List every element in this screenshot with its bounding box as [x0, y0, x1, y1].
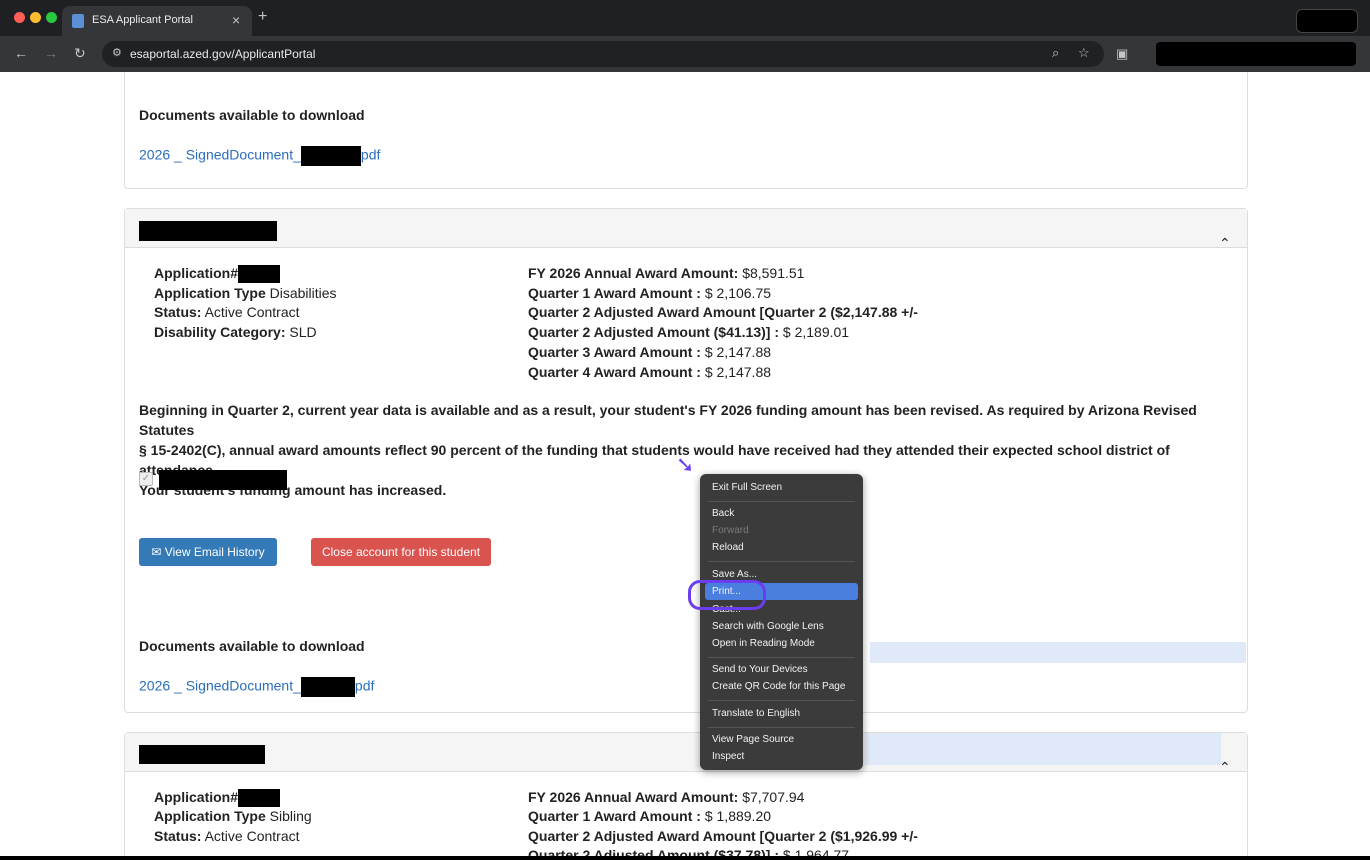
q1-award: Quarter 1 Award Amount : $ 2,106.75 [528, 285, 772, 301]
close-window-icon[interactable] [14, 12, 25, 23]
q2-adjusted-line1: Quarter 2 Adjusted Award Amount [Quarter… [528, 304, 918, 320]
menu-item-save-as[interactable]: Save As... [712, 569, 757, 580]
forward-arrow-icon[interactable]: → [44, 45, 58, 61]
reload-icon[interactable]: ↻ [74, 45, 86, 62]
menu-separator [708, 727, 855, 728]
favicon-icon [72, 14, 84, 28]
menu-item-inspect[interactable]: Inspect [712, 751, 744, 762]
application-type: Application Type Sibling [154, 808, 312, 824]
menu-item-reload[interactable]: Reload [712, 542, 744, 553]
maximize-window-icon[interactable] [46, 12, 57, 23]
menu-item-reading-mode[interactable]: Open in Reading Mode [712, 638, 815, 649]
menu-item-forward[interactable]: Forward [712, 525, 749, 536]
reading-mode-icon[interactable]: ▣ [1116, 46, 1128, 62]
student-card-header[interactable]: ⌃ [125, 733, 1247, 775]
student-card-header[interactable]: ⌃ [125, 209, 1247, 251]
minimize-window-icon[interactable] [30, 12, 41, 23]
text-selection-highlight [870, 642, 1246, 663]
application-number: Application# [154, 789, 281, 808]
annual-award: FY 2026 Annual Award Amount: $7,707.94 [528, 789, 805, 805]
browser-tab[interactable]: ESA Applicant Portal × [62, 6, 252, 36]
tab-close-icon[interactable]: × [232, 12, 240, 28]
q4-award: Quarter 4 Award Amount : $ 2,147.88 [528, 364, 772, 380]
q2-adjusted-line2: Quarter 2 Adjusted Amount ($41.13)] : $ … [528, 324, 850, 340]
application-number: Application# [154, 265, 281, 284]
site-info-icon[interactable]: ⚙ [112, 46, 122, 59]
funding-notice: Beginning in Quarter 2, current year dat… [139, 402, 1197, 498]
redacted-student-name [139, 221, 277, 241]
view-email-history-button[interactable]: ✉ View Email History [139, 538, 277, 566]
q1-award: Quarter 1 Award Amount : $ 1,889.20 [528, 808, 772, 824]
status: Status: Active Contract [154, 828, 300, 844]
q2-adjusted-line1: Quarter 2 Adjusted Award Amount [Quarter… [528, 828, 918, 844]
redacted-student-name [139, 745, 265, 764]
menu-item-exit-full-screen[interactable]: Exit Full Screen [712, 482, 782, 493]
menu-item-send-devices[interactable]: Send to Your Devices [712, 664, 808, 675]
annotation-arrow-icon: ➘ [676, 452, 695, 477]
docs-heading: Documents available to download [139, 107, 365, 123]
envelope-icon: ✉ [151, 545, 162, 559]
menu-separator [708, 501, 855, 502]
new-tab-button[interactable]: + [258, 8, 267, 26]
redacted-profile[interactable] [1296, 9, 1358, 33]
browser-toolbar: ← → ↻ ⚙ esaportal.azed.gov/ApplicantPort… [0, 36, 1370, 72]
disability-category: Disability Category: SLD [154, 324, 317, 340]
window-bottom-border [0, 856, 1370, 860]
text-selection-highlight [865, 733, 1221, 765]
browser-tab-strip: ESA Applicant Portal × + [0, 0, 1370, 36]
star-icon[interactable]: ☆ [1078, 45, 1090, 61]
student-card-2: ⌃ Application# Application Type Sibling … [124, 732, 1248, 856]
redacted-checkbox-label [159, 470, 287, 490]
menu-item-back[interactable]: Back [712, 508, 734, 519]
docs-heading-student1: Documents available to download [139, 638, 365, 654]
back-arrow-icon[interactable]: ← [14, 45, 28, 61]
url-text[interactable]: esaportal.azed.gov/ApplicantPortal [130, 47, 315, 61]
document-link-student1[interactable]: 2026 _ SignedDocument_ pdf [139, 677, 374, 697]
q2-adjusted-line2: Quarter 2 Adjusted Amount ($37.78)] : $ … [528, 847, 850, 856]
menu-item-qr-code[interactable]: Create QR Code for this Page [712, 681, 845, 692]
chevron-up-icon[interactable]: ⌃ [1219, 759, 1231, 776]
menu-separator [708, 700, 855, 701]
redacted-extension-area [1156, 42, 1356, 66]
menu-item-translate[interactable]: Translate to English [712, 708, 800, 719]
q3-award: Quarter 3 Award Amount : $ 2,147.88 [528, 344, 772, 360]
zoom-icon[interactable]: ⌕ [1052, 45, 1059, 61]
acknowledgement-checkbox[interactable]: ✓ [139, 472, 153, 486]
menu-separator [708, 657, 855, 658]
application-type: Application Type Disabilities [154, 285, 337, 301]
context-menu: Exit Full Screen Back Forward Reload Sav… [700, 474, 863, 770]
menu-item-view-source[interactable]: View Page Source [712, 734, 794, 745]
close-account-button[interactable]: Close account for this student [311, 538, 491, 566]
document-link[interactable]: 2026 _ SignedDocument_ pdf [139, 146, 380, 166]
address-bar[interactable]: ⚙ esaportal.azed.gov/ApplicantPortal ⌕ ☆ [102, 41, 1104, 67]
menu-separator [708, 561, 855, 562]
chevron-up-icon[interactable]: ⌃ [1219, 235, 1231, 252]
annual-award: FY 2026 Annual Award Amount: $8,591.51 [528, 265, 805, 281]
status: Status: Active Contract [154, 304, 300, 320]
annotation-circle [688, 580, 766, 610]
tab-title: ESA Applicant Portal [92, 14, 193, 26]
menu-item-google-lens[interactable]: Search with Google Lens [712, 621, 824, 632]
student-card-previous: Documents available to download 2026 _ S… [124, 72, 1248, 189]
